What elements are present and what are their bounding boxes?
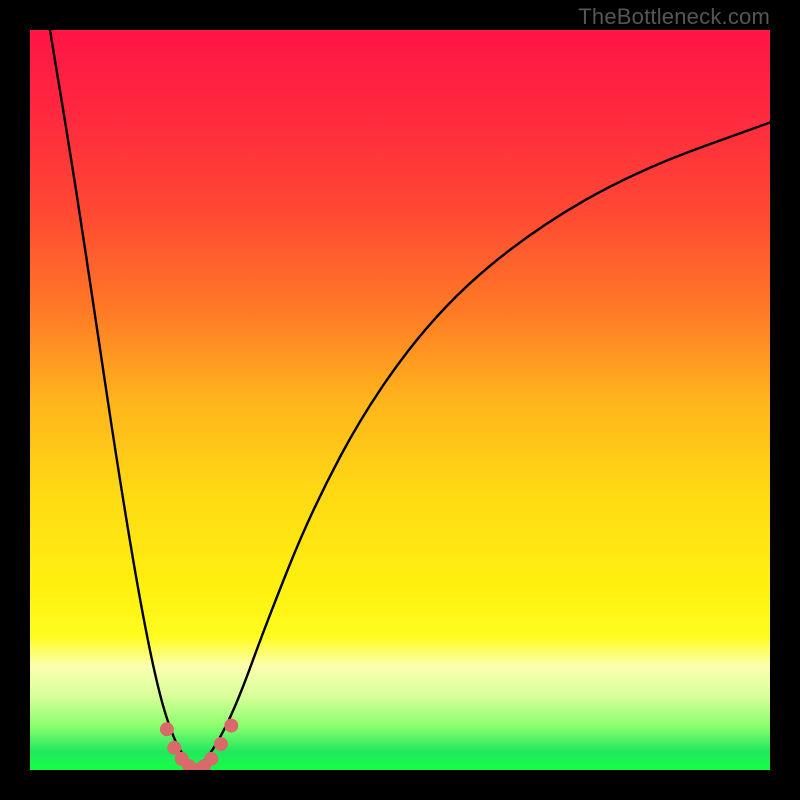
marker-dot — [214, 737, 228, 751]
curve-left-branch — [50, 30, 197, 770]
min-region-markers — [160, 719, 238, 770]
watermark-text: TheBottleneck.com — [578, 4, 770, 30]
outer-black-frame: TheBottleneck.com — [0, 0, 800, 800]
curve-right-branch — [197, 123, 771, 771]
marker-dot — [224, 719, 238, 733]
marker-dot — [160, 722, 174, 736]
marker-dot — [204, 752, 218, 766]
plot-area — [30, 30, 770, 770]
chart-svg — [30, 30, 770, 770]
